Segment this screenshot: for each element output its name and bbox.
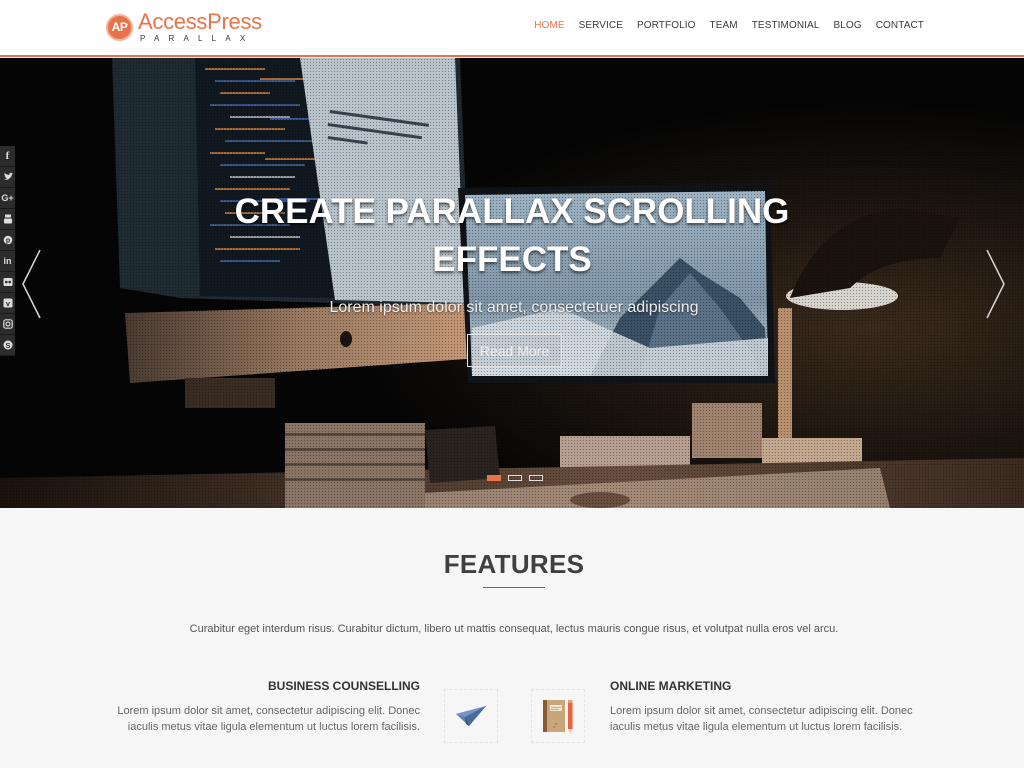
social-youtube[interactable]	[0, 209, 15, 230]
social-facebook[interactable]: f	[0, 146, 15, 167]
nav-team[interactable]: TEAM	[710, 20, 738, 31]
hero-title-line-1: CREATE PARALLAX SCROLLING	[234, 192, 790, 231]
feature-text: Lorem ipsum dolor sit amet, consectetur …	[610, 705, 913, 733]
twitter-icon	[3, 172, 13, 180]
feature-title: BUSINESS COUNSELLING	[267, 679, 420, 693]
social-sidebar: f G+ p in v S	[0, 146, 15, 356]
features-title: FEATURES	[443, 549, 585, 579]
feature-title: ONLINE MARKETING	[610, 679, 732, 693]
nav-blog[interactable]: BLOG	[834, 20, 862, 31]
social-google-plus[interactable]: G+	[0, 188, 15, 209]
hero-subtitle: Lorem ipsum dolor sit amet, consectetuer…	[329, 299, 699, 316]
hero-title: CREATE PARALLAX SCROLLING EFFECTS	[0, 188, 1024, 284]
social-twitter[interactable]	[0, 167, 15, 188]
features-divider	[483, 587, 545, 588]
notebook-pencil-icon	[543, 700, 573, 734]
hero-title-line-2: EFFECTS	[432, 240, 592, 279]
logo-title: AccessPress	[138, 9, 262, 34]
hero-slider: CREATE PARALLAX SCROLLING EFFECTS Lorem …	[0, 58, 1024, 508]
nav-home[interactable]: HOME	[534, 20, 564, 31]
slider-dot-2[interactable]	[508, 475, 522, 481]
instagram-icon	[2, 319, 13, 329]
social-vimeo[interactable]: v	[0, 293, 15, 314]
main-nav: HOME SERVICE PORTFOLIO TEAM TESTIMONIAL …	[520, 20, 924, 31]
social-linkedin[interactable]: in	[0, 251, 15, 272]
social-pinterest[interactable]: p	[0, 230, 15, 251]
logo-badge: AP	[106, 13, 133, 41]
flickr-icon	[3, 278, 12, 286]
svg-text:p: p	[5, 238, 9, 245]
nav-service[interactable]: SERVICE	[579, 20, 623, 31]
feature-icon-box	[444, 689, 498, 743]
skype-icon: S	[3, 340, 12, 350]
facebook-icon: f	[5, 150, 10, 162]
feature-icon-box	[531, 689, 585, 743]
slider-dot-1[interactable]	[487, 475, 501, 481]
logo-subtitle: PARALLAX	[140, 34, 255, 43]
slider-pagination	[487, 475, 543, 481]
feature-online-marketing: ONLINE MARKETING Lorem ipsum dolor sit a…	[610, 679, 920, 735]
slider-next-button[interactable]	[983, 248, 1007, 320]
nav-testimonial[interactable]: TESTIMONIAL	[752, 20, 820, 31]
nav-portfolio[interactable]: PORTFOLIO	[637, 20, 696, 31]
linkedin-icon: in	[3, 256, 12, 266]
vimeo-icon: v	[3, 298, 12, 308]
social-skype[interactable]: S	[0, 335, 15, 356]
site-logo[interactable]: AP AccessPress PARALLAX	[106, 11, 262, 43]
chevron-right-icon	[986, 249, 1005, 319]
read-more-button[interactable]: Read More	[467, 334, 562, 367]
paper-plane-icon	[456, 706, 486, 726]
feature-business-counselling: BUSINESS COUNSELLING Lorem ipsum dolor s…	[110, 679, 420, 735]
nav-contact[interactable]: CONTACT	[876, 20, 924, 31]
features-description: Curabitur eget interdum risus. Curabitur…	[189, 623, 839, 635]
social-flickr[interactable]	[0, 272, 15, 293]
slider-dot-3[interactable]	[529, 475, 543, 481]
slider-prev-button[interactable]	[20, 248, 44, 320]
feature-text: Lorem ipsum dolor sit amet, consectetur …	[117, 705, 420, 733]
chevron-left-icon	[22, 249, 41, 319]
site-header: AP AccessPress PARALLAX HOME SERVICE POR…	[0, 0, 1024, 57]
svg-text:S: S	[5, 341, 10, 350]
google-plus-icon: G+	[1, 193, 14, 203]
social-instagram[interactable]	[0, 314, 15, 335]
youtube-icon	[3, 214, 12, 224]
pinterest-icon: p	[3, 235, 12, 245]
